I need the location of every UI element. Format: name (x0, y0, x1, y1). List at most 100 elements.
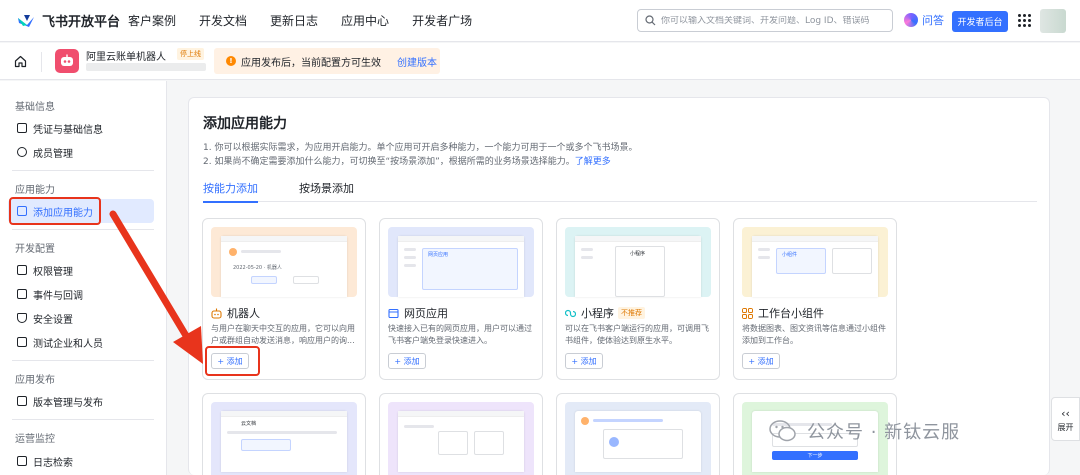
description-line-2: 2. 如果尚不确定需要添加什么能力，可切换至“按场景添加”，根据所需的业务场景选… (203, 157, 611, 167)
header-divider (41, 52, 42, 72)
search-input[interactable] (661, 15, 881, 26)
add-bot-button[interactable]: + 添加 (211, 353, 249, 369)
sidebar-item-security[interactable]: 安全设置 (8, 306, 154, 330)
search-icon (645, 15, 656, 26)
app-status-badge: 停上线 (177, 48, 204, 60)
capability-card-form[interactable]: 下一步 (733, 393, 897, 475)
tab-by-scenario[interactable]: 按场景添加 (299, 180, 354, 202)
expand-panel-button[interactable]: ‹‹ 展开 (1051, 397, 1080, 441)
brand-logo[interactable]: 飞书开放平台 (16, 11, 128, 30)
add-web-app-button[interactable]: + 添加 (388, 353, 426, 369)
sidebar-item-members[interactable]: 成员管理 (8, 140, 154, 164)
sidebar-item-add-capability[interactable]: 添加应用能力 (8, 199, 154, 223)
card-description: 可以在飞书客户端运行的应用，可调用飞书组件，使体验达到原生水平。 (565, 324, 709, 345)
feishu-logo-icon (18, 14, 34, 27)
home-icon[interactable] (14, 55, 27, 68)
sidebar-item-logs[interactable]: 日志检索 (8, 449, 154, 473)
apps-grid-icon[interactable] (1018, 14, 1031, 27)
capability-tabs: 按能力添加 按场景添加 (203, 180, 1037, 203)
capability-card-multi-dimension[interactable] (379, 393, 543, 475)
developer-console-button[interactable]: 开发者后台 (952, 11, 1008, 32)
add-mini-program-button[interactable]: + 添加 (565, 353, 603, 369)
member-icon (17, 147, 27, 157)
capability-card-message-card[interactable] (556, 393, 720, 475)
sidebar-item-test-org[interactable]: 测试企业和人员 (8, 330, 154, 354)
sidebar-divider (12, 360, 154, 361)
notice-text: 应用发布后，当前配置方可生效 (241, 57, 381, 69)
ask-button[interactable]: 问答 (904, 12, 944, 28)
publish-notice: ! 应用发布后，当前配置方可生效 创建版本 (214, 48, 440, 74)
ask-label: 问答 (922, 14, 944, 27)
log-icon (17, 456, 27, 466)
sidebar-item-permissions[interactable]: 权限管理 (8, 258, 154, 282)
sidebar-group-monitoring: 运营监控 (15, 434, 55, 445)
capability-card-mini-program[interactable]: 小程序 小程序 不推荐 可以在飞书客户端运行的应用，可调用飞书组件，使体验达到原… (556, 218, 720, 380)
mini-program-icon (565, 309, 576, 317)
not-recommended-badge: 不推荐 (618, 307, 645, 319)
sidebar-divider (12, 419, 154, 420)
web-app-preview: 网页应用 (388, 227, 534, 297)
user-avatar[interactable] (1040, 9, 1066, 33)
expand-label: 展开 (1057, 423, 1074, 432)
form-preview: 下一步 (742, 402, 888, 475)
card-title: 网页应用 (404, 307, 448, 320)
mini-preview-text: 小程序 (630, 251, 646, 257)
sidebar-item-credentials[interactable]: 凭证与基础信息 (8, 116, 154, 140)
capability-card-cloud-doc[interactable]: 云文档 (202, 393, 366, 475)
shield-icon (17, 313, 27, 323)
card-description: 与用户在聊天中交互的应用，它可以向用户或群组自动发送消息，响应用户的询... (211, 324, 355, 345)
widget-icon (742, 307, 753, 319)
card-description: 将数据图表、图文资讯等信息通过小组件添加到工作台。 (742, 324, 886, 345)
card-title: 机器人 (227, 307, 260, 320)
top-navigation-bar: 飞书开放平台 客户案例 开发文档 更新日志 应用中心 开发者广场 问答 开发者后… (0, 0, 1080, 42)
capability-card-web-app[interactable]: 网页应用 网页应用 快速接入已有的网页应用，用户可以通过飞书客户端免登录快速进入… (379, 218, 543, 380)
app-header: 阿里云账单机器人 停上线 ! 应用发布后，当前配置方可生效 创建版本 (0, 43, 1080, 80)
web-app-icon (388, 308, 399, 318)
warning-icon: ! (226, 56, 236, 66)
add-capability-icon (17, 206, 27, 216)
sidebar-divider (12, 229, 154, 230)
ai-orb-icon (904, 13, 918, 27)
search-box[interactable] (637, 9, 893, 32)
sidebar-item-versions[interactable]: 版本管理与发布 (8, 389, 154, 413)
nav-dev-plaza[interactable]: 开发者广场 (412, 12, 472, 29)
description-line-1: 1. 你可以根据实际需求，为应用开启能力。单个应用可开启多种能力，一个能力可用于… (203, 143, 638, 153)
card-description: 快速接入已有的网页应用，用户可以通过飞书客户端免登录快速进入。 (388, 324, 532, 345)
test-icon (17, 337, 27, 347)
add-widget-button[interactable]: + 添加 (742, 353, 780, 369)
web-preview-text: 网页应用 (428, 252, 449, 258)
credentials-icon (17, 123, 27, 133)
sidebar-item-events[interactable]: 事件与回调 (8, 282, 154, 306)
page-title: 添加应用能力 (203, 116, 287, 132)
main-panel: 添加应用能力 1. 你可以根据实际需求，为应用开启能力。单个应用可开启多种能力，… (188, 97, 1050, 475)
app-id-redacted (86, 63, 206, 71)
robot-app-icon (55, 49, 79, 73)
sidebar-group-basic: 基础信息 (15, 102, 55, 113)
bot-preview: 2022-05-20 · 机器人 (211, 227, 357, 297)
sidebar-group-dev-config: 开发配置 (15, 244, 55, 255)
permission-icon (17, 265, 27, 275)
event-icon (17, 289, 27, 299)
sidebar-group-release: 应用发布 (15, 375, 55, 386)
nav-app-center[interactable]: 应用中心 (341, 12, 389, 29)
learn-more-link[interactable]: 了解更多 (575, 157, 611, 167)
capability-card-widget[interactable]: 小组件 工作台小组件 将数据图表、图文资讯等信息通过小组件添加到工作台。 + 添… (733, 218, 897, 380)
cloud-doc-preview-text: 云文档 (241, 421, 257, 427)
sidebar-divider (12, 170, 154, 171)
nav-changelog[interactable]: 更新日志 (270, 12, 318, 29)
create-version-link[interactable]: 创建版本 (397, 54, 437, 69)
sidebar: 基础信息 凭证与基础信息 成员管理 应用能力 添加应用能力 开发配置 权限管理 … (0, 81, 167, 475)
sidebar-group-capabilities: 应用能力 (15, 185, 55, 196)
widget-preview: 小组件 (742, 227, 888, 297)
tab-by-capability[interactable]: 按能力添加 (203, 180, 258, 203)
multi-dimension-preview (388, 402, 534, 475)
chevron-left-icon: ‹‹ (1061, 407, 1070, 420)
bot-preview-text: 2022-05-20 · 机器人 (233, 265, 282, 271)
mini-program-preview: 小程序 (565, 227, 711, 297)
nav-customer-cases[interactable]: 客户案例 (128, 12, 176, 29)
capability-card-bot[interactable]: 2022-05-20 · 机器人 机器人 与用户在聊天中交互的应用，它可以向用户… (202, 218, 366, 380)
widget-preview-text: 小组件 (782, 252, 798, 258)
nav-dev-docs[interactable]: 开发文档 (199, 12, 247, 29)
card-title: 工作台小组件 (758, 307, 824, 320)
card-title: 小程序 (581, 307, 614, 320)
